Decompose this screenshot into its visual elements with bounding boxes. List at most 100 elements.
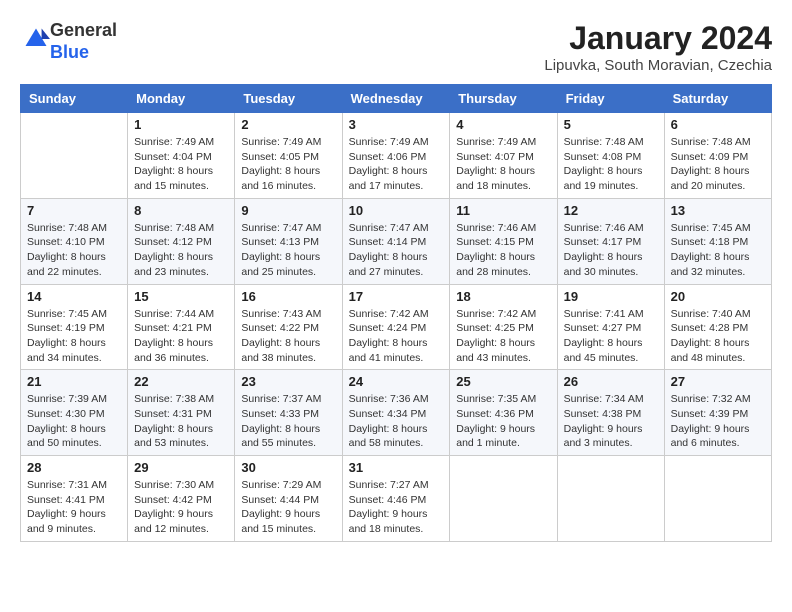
day-number: 14 bbox=[27, 289, 121, 304]
day-number: 25 bbox=[456, 374, 550, 389]
calendar-cell: 23 Sunrise: 7:37 AM Sunset: 4:33 PM Dayli… bbox=[235, 370, 342, 456]
day-info: Sunrise: 7:29 AM Sunset: 4:44 PM Dayligh… bbox=[241, 478, 335, 537]
logo-general-text: General bbox=[50, 20, 117, 42]
day-number: 4 bbox=[456, 117, 550, 132]
day-info: Sunrise: 7:42 AM Sunset: 4:24 PM Dayligh… bbox=[349, 307, 444, 366]
day-number: 16 bbox=[241, 289, 335, 304]
calendar-cell: 25 Sunrise: 7:35 AM Sunset: 4:36 PM Dayli… bbox=[450, 370, 557, 456]
day-number: 5 bbox=[564, 117, 658, 132]
day-number: 13 bbox=[671, 203, 765, 218]
day-number: 29 bbox=[134, 460, 228, 475]
calendar-cell: 29 Sunrise: 7:30 AM Sunset: 4:42 PM Dayli… bbox=[128, 456, 235, 542]
calendar-cell bbox=[21, 113, 128, 199]
day-info: Sunrise: 7:47 AM Sunset: 4:14 PM Dayligh… bbox=[349, 221, 444, 280]
day-info: Sunrise: 7:35 AM Sunset: 4:36 PM Dayligh… bbox=[456, 392, 550, 451]
day-info: Sunrise: 7:43 AM Sunset: 4:22 PM Dayligh… bbox=[241, 307, 335, 366]
day-number: 21 bbox=[27, 374, 121, 389]
calendar-cell: 22 Sunrise: 7:38 AM Sunset: 4:31 PM Dayli… bbox=[128, 370, 235, 456]
day-number: 2 bbox=[241, 117, 335, 132]
calendar-cell: 6 Sunrise: 7:48 AM Sunset: 4:09 PM Daylig… bbox=[664, 113, 771, 199]
day-info: Sunrise: 7:46 AM Sunset: 4:15 PM Dayligh… bbox=[456, 221, 550, 280]
calendar-cell: 24 Sunrise: 7:36 AM Sunset: 4:34 PM Dayli… bbox=[342, 370, 450, 456]
day-info: Sunrise: 7:30 AM Sunset: 4:42 PM Dayligh… bbox=[134, 478, 228, 537]
calendar-week-4: 21Sunrise: 7:39 AM Sunset: 4:30 PM Dayli… bbox=[21, 370, 772, 456]
calendar-cell: 15 Sunrise: 7:44 AM Sunset: 4:21 PM Dayli… bbox=[128, 284, 235, 370]
day-number: 15 bbox=[134, 289, 228, 304]
calendar-cell bbox=[664, 456, 771, 542]
day-number: 6 bbox=[671, 117, 765, 132]
day-info: Sunrise: 7:47 AM Sunset: 4:13 PM Dayligh… bbox=[241, 221, 335, 280]
calendar-cell bbox=[557, 456, 664, 542]
day-number: 10 bbox=[349, 203, 444, 218]
column-header-tuesday: Tuesday bbox=[235, 85, 342, 113]
logo-blue-text: Blue bbox=[50, 42, 117, 64]
day-info: Sunrise: 7:49 AM Sunset: 4:05 PM Dayligh… bbox=[241, 135, 335, 194]
calendar-cell: 9 Sunrise: 7:47 AM Sunset: 4:13 PM Daylig… bbox=[235, 198, 342, 284]
day-number: 24 bbox=[349, 374, 444, 389]
column-header-monday: Monday bbox=[128, 85, 235, 113]
day-info: Sunrise: 7:45 AM Sunset: 4:19 PM Dayligh… bbox=[27, 307, 121, 366]
calendar-cell: 10 Sunrise: 7:47 AM Sunset: 4:14 PM Dayli… bbox=[342, 198, 450, 284]
day-info: Sunrise: 7:36 AM Sunset: 4:34 PM Dayligh… bbox=[349, 392, 444, 451]
calendar-cell: 21Sunrise: 7:39 AM Sunset: 4:30 PM Dayli… bbox=[21, 370, 128, 456]
day-number: 3 bbox=[349, 117, 444, 132]
day-info: Sunrise: 7:48 AM Sunset: 4:10 PM Dayligh… bbox=[27, 221, 121, 280]
day-number: 31 bbox=[349, 460, 444, 475]
calendar-cell: 2 Sunrise: 7:49 AM Sunset: 4:05 PM Daylig… bbox=[235, 113, 342, 199]
calendar-cell: 11 Sunrise: 7:46 AM Sunset: 4:15 PM Dayli… bbox=[450, 198, 557, 284]
calendar-cell: 16 Sunrise: 7:43 AM Sunset: 4:22 PM Dayli… bbox=[235, 284, 342, 370]
logo-icon bbox=[22, 25, 50, 53]
calendar-cell: 31 Sunrise: 7:27 AM Sunset: 4:46 PM Dayli… bbox=[342, 456, 450, 542]
day-info: Sunrise: 7:37 AM Sunset: 4:33 PM Dayligh… bbox=[241, 392, 335, 451]
day-number: 23 bbox=[241, 374, 335, 389]
calendar-cell: 13 Sunrise: 7:45 AM Sunset: 4:18 PM Dayli… bbox=[664, 198, 771, 284]
day-number: 20 bbox=[671, 289, 765, 304]
calendar-week-1: 1Sunrise: 7:49 AM Sunset: 4:04 PM Daylig… bbox=[21, 113, 772, 199]
day-number: 19 bbox=[564, 289, 658, 304]
day-number: 12 bbox=[564, 203, 658, 218]
logo: General Blue bbox=[20, 20, 117, 63]
location: Lipuvka, South Moravian, Czechia bbox=[544, 57, 772, 74]
calendar-cell bbox=[450, 456, 557, 542]
day-info: Sunrise: 7:44 AM Sunset: 4:21 PM Dayligh… bbox=[134, 307, 228, 366]
calendar-cell: 14 Sunrise: 7:45 AM Sunset: 4:19 PM Dayli… bbox=[21, 284, 128, 370]
day-info: Sunrise: 7:49 AM Sunset: 4:07 PM Dayligh… bbox=[456, 135, 550, 194]
day-info: Sunrise: 7:48 AM Sunset: 4:12 PM Dayligh… bbox=[134, 221, 228, 280]
title-block: January 2024 Lipuvka, South Moravian, Cz… bbox=[544, 20, 772, 74]
day-info: Sunrise: 7:31 AM Sunset: 4:41 PM Dayligh… bbox=[27, 478, 121, 537]
day-number: 26 bbox=[564, 374, 658, 389]
day-number: 22 bbox=[134, 374, 228, 389]
day-info: Sunrise: 7:49 AM Sunset: 4:06 PM Dayligh… bbox=[349, 135, 444, 194]
calendar-cell: 27Sunrise: 7:32 AM Sunset: 4:39 PM Dayli… bbox=[664, 370, 771, 456]
day-info: Sunrise: 7:42 AM Sunset: 4:25 PM Dayligh… bbox=[456, 307, 550, 366]
column-header-thursday: Thursday bbox=[450, 85, 557, 113]
calendar-cell: 4 Sunrise: 7:49 AM Sunset: 4:07 PM Daylig… bbox=[450, 113, 557, 199]
day-number: 28 bbox=[27, 460, 121, 475]
day-number: 27 bbox=[671, 374, 765, 389]
day-number: 30 bbox=[241, 460, 335, 475]
calendar-cell: 30 Sunrise: 7:29 AM Sunset: 4:44 PM Dayli… bbox=[235, 456, 342, 542]
calendar-cell: 19Sunrise: 7:41 AM Sunset: 4:27 PM Dayli… bbox=[557, 284, 664, 370]
day-number: 11 bbox=[456, 203, 550, 218]
calendar-cell: 5Sunrise: 7:48 AM Sunset: 4:08 PM Daylig… bbox=[557, 113, 664, 199]
page-header: General Blue January 2024 Lipuvka, South… bbox=[20, 20, 772, 74]
day-number: 8 bbox=[134, 203, 228, 218]
day-info: Sunrise: 7:48 AM Sunset: 4:09 PM Dayligh… bbox=[671, 135, 765, 194]
column-header-saturday: Saturday bbox=[664, 85, 771, 113]
day-info: Sunrise: 7:34 AM Sunset: 4:38 PM Dayligh… bbox=[564, 392, 658, 451]
calendar-week-5: 28 Sunrise: 7:31 AM Sunset: 4:41 PM Dayli… bbox=[21, 456, 772, 542]
calendar-cell: 26 Sunrise: 7:34 AM Sunset: 4:38 PM Dayli… bbox=[557, 370, 664, 456]
day-number: 9 bbox=[241, 203, 335, 218]
calendar-cell: 8 Sunrise: 7:48 AM Sunset: 4:12 PM Daylig… bbox=[128, 198, 235, 284]
calendar-table: SundayMondayTuesdayWednesdayThursdayFrid… bbox=[20, 84, 772, 542]
day-number: 18 bbox=[456, 289, 550, 304]
day-info: Sunrise: 7:40 AM Sunset: 4:28 PM Dayligh… bbox=[671, 307, 765, 366]
calendar-cell: 1Sunrise: 7:49 AM Sunset: 4:04 PM Daylig… bbox=[128, 113, 235, 199]
calendar-cell: 17 Sunrise: 7:42 AM Sunset: 4:24 PM Dayli… bbox=[342, 284, 450, 370]
day-info: Sunrise: 7:27 AM Sunset: 4:46 PM Dayligh… bbox=[349, 478, 444, 537]
day-number: 17 bbox=[349, 289, 444, 304]
day-info: Sunrise: 7:49 AM Sunset: 4:04 PM Dayligh… bbox=[134, 135, 228, 194]
day-info: Sunrise: 7:45 AM Sunset: 4:18 PM Dayligh… bbox=[671, 221, 765, 280]
day-info: Sunrise: 7:38 AM Sunset: 4:31 PM Dayligh… bbox=[134, 392, 228, 451]
column-header-friday: Friday bbox=[557, 85, 664, 113]
